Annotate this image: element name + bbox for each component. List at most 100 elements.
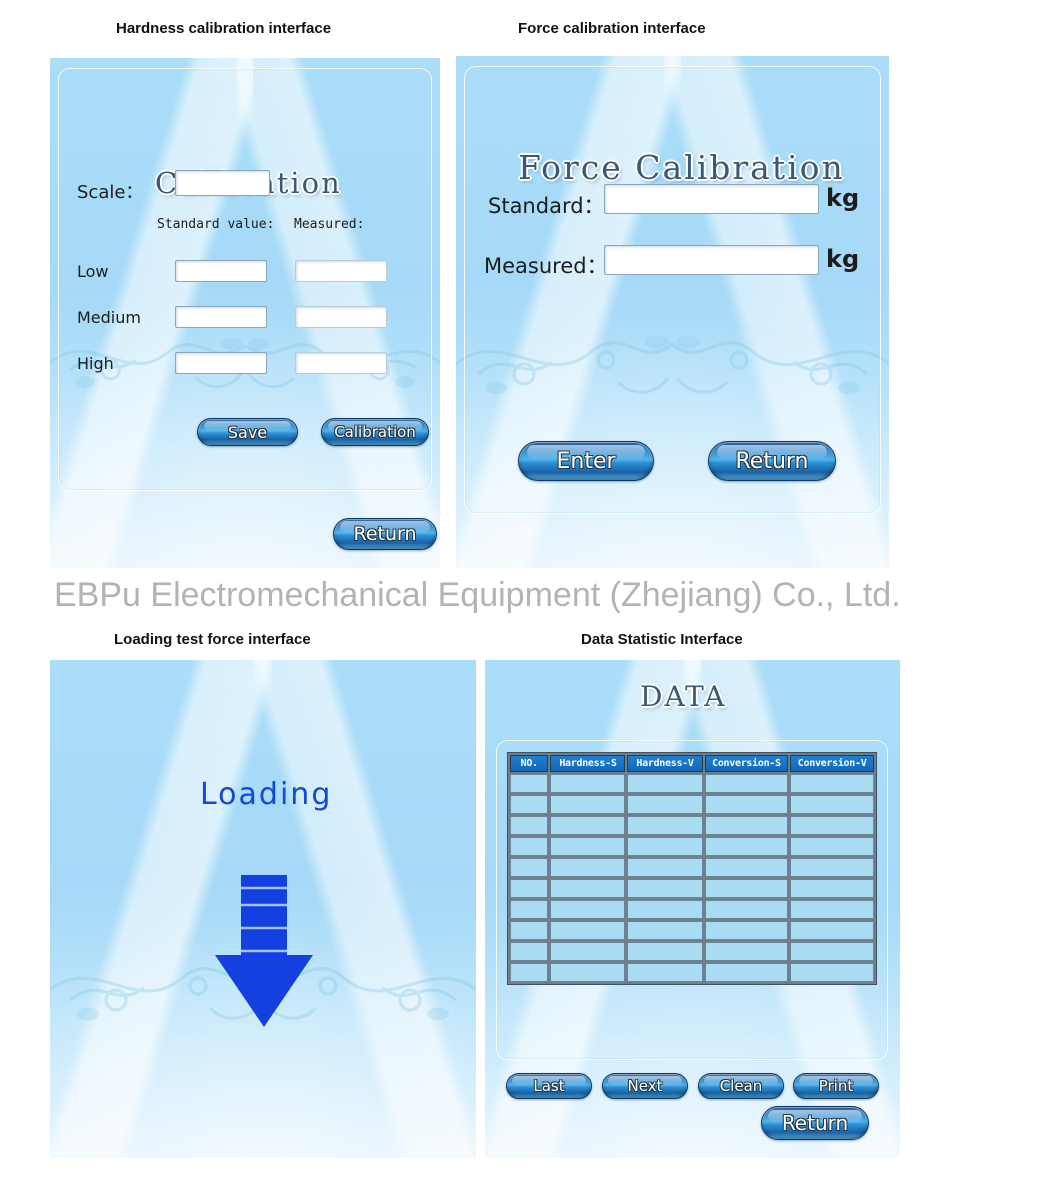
hardness-return-button[interactable]: Return	[333, 518, 437, 550]
table-row[interactable]	[510, 816, 874, 835]
data-table[interactable]: NO. Hardness-S Hardness-V Conversion-S C…	[507, 752, 877, 985]
last-button[interactable]: Last	[506, 1073, 592, 1099]
table-cell[interactable]	[627, 900, 703, 919]
table-row[interactable]	[510, 837, 874, 856]
table-cell[interactable]	[510, 900, 549, 919]
table-cell[interactable]	[790, 795, 874, 814]
table-row[interactable]	[510, 963, 874, 982]
scale-label: Scale：	[77, 182, 144, 203]
save-button[interactable]: Save	[197, 418, 298, 446]
table-cell[interactable]	[627, 921, 703, 940]
table-cell[interactable]	[550, 900, 626, 919]
table-cell[interactable]	[550, 921, 626, 940]
table-cell[interactable]	[510, 774, 549, 793]
table-cell[interactable]	[704, 879, 789, 898]
calibration-button[interactable]: Calibration	[321, 418, 429, 446]
high-measured-input[interactable]	[295, 352, 387, 374]
next-button[interactable]: Next	[602, 1073, 688, 1099]
table-cell[interactable]	[510, 816, 549, 835]
table-cell[interactable]	[627, 942, 703, 961]
table-cell[interactable]	[510, 879, 549, 898]
measured-input[interactable]	[604, 245, 819, 275]
high-standard-input[interactable]	[175, 352, 267, 374]
table-cell[interactable]	[704, 858, 789, 877]
table-cell[interactable]	[704, 942, 789, 961]
table-cell[interactable]	[790, 816, 874, 835]
table-cell[interactable]	[627, 816, 703, 835]
table-cell[interactable]	[790, 921, 874, 940]
table-cell[interactable]	[704, 795, 789, 814]
print-button[interactable]: Print	[793, 1073, 879, 1099]
table-cell[interactable]	[627, 795, 703, 814]
table-cell[interactable]	[550, 837, 626, 856]
table-cell[interactable]	[627, 837, 703, 856]
table-row[interactable]	[510, 774, 874, 793]
company-name: EBPu Electromechanical Equipment (Zhejia…	[54, 576, 901, 614]
table-cell[interactable]	[704, 774, 789, 793]
table-row[interactable]	[510, 942, 874, 961]
table-cell[interactable]	[704, 921, 789, 940]
table-cell[interactable]	[790, 879, 874, 898]
table-cell[interactable]	[550, 879, 626, 898]
force-return-button[interactable]: Return	[708, 441, 836, 481]
column-header-measured: Measured:	[294, 217, 365, 232]
standard-label: Standard：	[488, 194, 605, 218]
table-cell[interactable]	[550, 858, 626, 877]
table-cell[interactable]	[510, 921, 549, 940]
caption-loading-test-force: Loading test force interface	[114, 631, 311, 648]
table-cell[interactable]	[510, 942, 549, 961]
table-cell[interactable]	[704, 837, 789, 856]
table-cell[interactable]	[510, 837, 549, 856]
scale-input[interactable]	[175, 170, 270, 196]
calibration-button-label: Calibration	[334, 423, 416, 441]
table-cell[interactable]	[550, 942, 626, 961]
table-cell[interactable]	[704, 963, 789, 982]
caption-hardness-calibration: Hardness calibration interface	[116, 20, 332, 37]
table-cell[interactable]	[510, 963, 549, 982]
table-cell[interactable]	[790, 963, 874, 982]
table-cell[interactable]	[790, 942, 874, 961]
table-cell[interactable]	[790, 774, 874, 793]
table-cell[interactable]	[704, 816, 789, 835]
column-header-hardness-v: Hardness-V	[627, 755, 703, 772]
low-standard-input[interactable]	[175, 260, 267, 282]
enter-button-label: Enter	[556, 448, 616, 474]
table-cell[interactable]	[790, 900, 874, 919]
table-cell[interactable]	[550, 816, 626, 835]
table-cell[interactable]	[510, 858, 549, 877]
medium-standard-input[interactable]	[175, 306, 267, 328]
table-cell[interactable]	[627, 963, 703, 982]
table-row[interactable]	[510, 879, 874, 898]
loading-screen: Loading	[50, 660, 476, 1158]
standard-unit: kg	[826, 184, 860, 212]
row-label-medium: Medium	[77, 308, 141, 327]
measured-label: Measured：	[484, 254, 608, 278]
data-return-button[interactable]: Return	[761, 1106, 869, 1140]
table-cell[interactable]	[550, 795, 626, 814]
table-row[interactable]	[510, 921, 874, 940]
table-row[interactable]	[510, 795, 874, 814]
table-cell[interactable]	[627, 774, 703, 793]
enter-button[interactable]: Enter	[518, 441, 654, 481]
save-button-label: Save	[227, 422, 268, 442]
table-cell[interactable]	[550, 963, 626, 982]
low-measured-input[interactable]	[295, 260, 387, 282]
clean-button[interactable]: Clean	[698, 1073, 784, 1099]
last-button-label: Last	[533, 1077, 565, 1095]
caption-force-calibration: Force calibration interface	[518, 20, 706, 37]
table-cell[interactable]	[790, 858, 874, 877]
standard-input[interactable]	[604, 184, 819, 214]
row-label-low: Low	[77, 262, 109, 281]
table-cell[interactable]	[627, 879, 703, 898]
table-row[interactable]	[510, 858, 874, 877]
table-cell[interactable]	[704, 900, 789, 919]
table-cell[interactable]	[627, 858, 703, 877]
force-calibration-screen: Force Calibration Standard： kg Measured：…	[456, 56, 889, 568]
table-cell[interactable]	[550, 774, 626, 793]
table-cell[interactable]	[790, 837, 874, 856]
medium-measured-input[interactable]	[295, 306, 387, 328]
table-cell[interactable]	[510, 795, 549, 814]
table-row[interactable]	[510, 900, 874, 919]
down-arrow-icon	[209, 875, 319, 1030]
data-return-button-label: Return	[781, 1111, 849, 1135]
